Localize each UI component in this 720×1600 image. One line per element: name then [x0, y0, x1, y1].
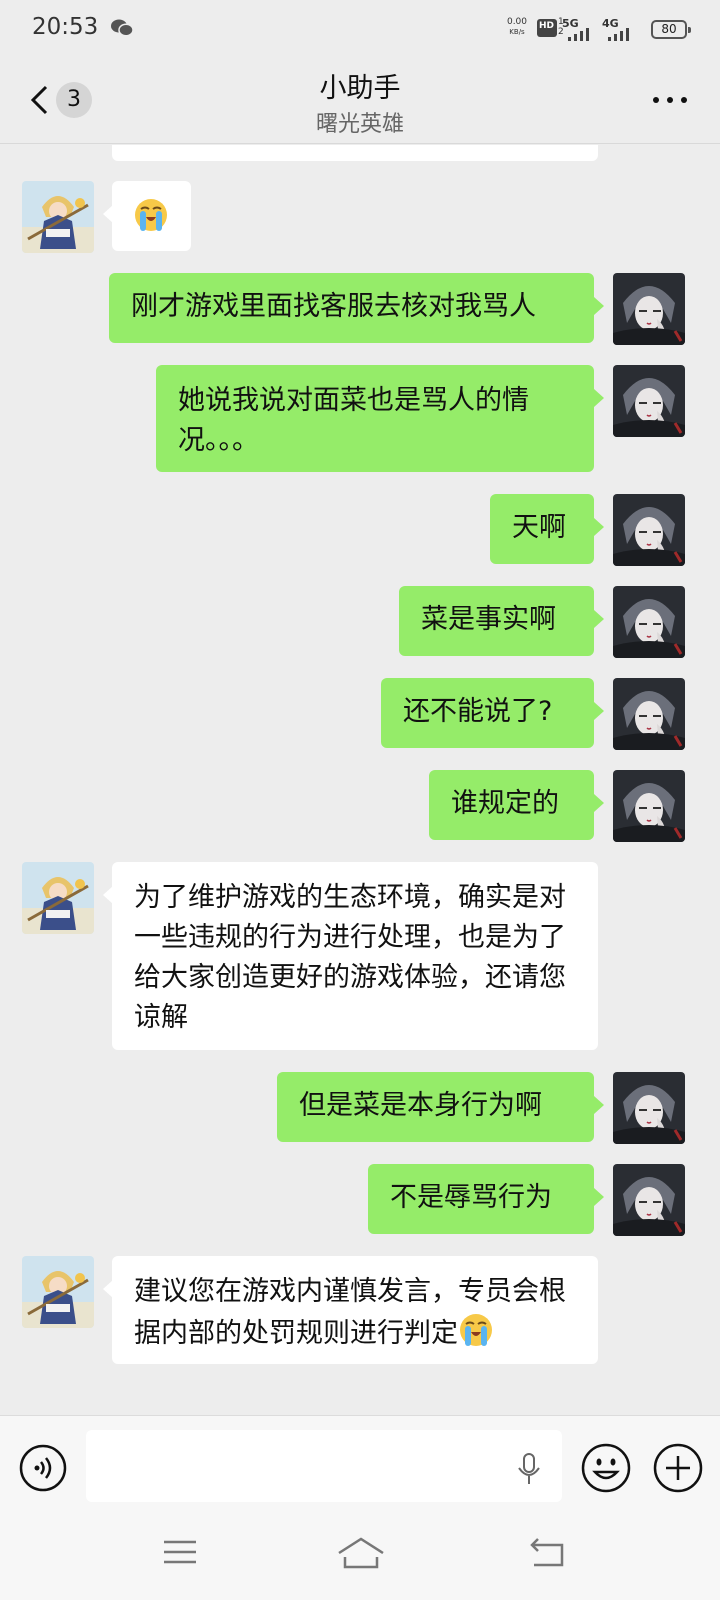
message-bubble-incoming[interactable]: [112, 145, 598, 161]
assistant-avatar[interactable]: [22, 181, 94, 253]
message-text: 还不能说了?: [403, 696, 553, 727]
signal-bars-icon: [568, 28, 589, 41]
input-bar: [0, 1415, 720, 1515]
status-time: 20:53: [32, 14, 99, 40]
plus-icon[interactable]: [652, 1442, 704, 1494]
home-icon[interactable]: [336, 1535, 386, 1569]
user-avatar[interactable]: [613, 678, 685, 750]
user-avatar[interactable]: [613, 494, 685, 566]
message-text: 不是辱骂行为: [390, 1182, 552, 1213]
hd-label: HD: [539, 21, 555, 31]
network-speed-unit: KB/s: [509, 28, 525, 36]
message-text: 为了维护游戏的生态环境，确实是对一些违规的行为进行处理，也是为了给大家创造更好的…: [134, 882, 566, 1033]
more-dots-icon[interactable]: [650, 86, 690, 114]
network-speed: 0.00 KB/s: [502, 17, 532, 37]
chat-title: 小助手: [319, 73, 401, 104]
crying-face-emoji-icon: [133, 197, 169, 233]
wechat-icon: [111, 19, 134, 37]
message-bubble-outgoing[interactable]: 她说我说对面菜也是骂人的情况。。。: [156, 365, 604, 472]
user-avatar[interactable]: [613, 770, 685, 842]
signal-bars-icon: [608, 28, 629, 41]
system-navigation-bar: [0, 1515, 720, 1600]
crying-face-emoji-icon: [458, 1312, 494, 1348]
user-avatar[interactable]: [613, 586, 685, 658]
voice-mode-icon[interactable]: [18, 1443, 68, 1493]
user-avatar[interactable]: [613, 1164, 685, 1236]
message-bubble-outgoing[interactable]: 菜是事实啊: [399, 586, 604, 656]
message-text: 刚才游戏里面找客服去核对我骂人: [131, 291, 536, 322]
chat-header: 3 小助手 曙光英雄: [0, 58, 720, 144]
message-text: 她说我说对面菜也是骂人的情况。。。: [178, 385, 529, 456]
user-avatar[interactable]: [613, 273, 685, 345]
message-bubble-outgoing[interactable]: 谁规定的: [429, 770, 604, 840]
message-text: 建议您在游戏内谨慎发言，专员会根据内部的处罚规则进行判定: [134, 1276, 566, 1349]
menu-icon[interactable]: [162, 1537, 198, 1567]
message-bubble-outgoing[interactable]: 天啊: [490, 494, 604, 564]
user-avatar[interactable]: [613, 365, 685, 437]
message-text: 谁规定的: [451, 788, 559, 819]
message-input[interactable]: [86, 1430, 562, 1502]
message-list[interactable]: 刚才游戏里面找客服去核对我骂人 她说我说对面菜也是骂人的情况。。。 天啊 菜是事…: [0, 145, 720, 1415]
status-bar: 20:53 0.00 KB/s HD 12 5G 4G 80: [0, 0, 720, 58]
battery-indicator: 80: [651, 20, 691, 39]
assistant-avatar[interactable]: [22, 1256, 94, 1328]
emoji-icon[interactable]: [580, 1442, 632, 1494]
message-bubble-incoming[interactable]: [103, 181, 191, 251]
back-icon[interactable]: [528, 1535, 568, 1569]
message-bubble-outgoing[interactable]: 刚才游戏里面找客服去核对我骂人: [109, 273, 604, 343]
assistant-avatar[interactable]: [22, 862, 94, 934]
message-bubble-incoming[interactable]: 建议您在游戏内谨慎发言，专员会根据内部的处罚规则进行判定: [103, 1256, 598, 1364]
user-avatar[interactable]: [613, 1072, 685, 1144]
network-speed-value: 0.00: [506, 17, 528, 27]
message-bubble-outgoing[interactable]: 还不能说了?: [381, 678, 604, 748]
message-text: 菜是事实啊: [421, 604, 556, 635]
message-bubble-outgoing[interactable]: 不是辱骂行为: [368, 1164, 604, 1234]
chat-subtitle: 曙光英雄: [315, 112, 404, 137]
message-text: 但是菜是本身行为啊: [299, 1090, 542, 1121]
microphone-icon[interactable]: [516, 1452, 542, 1486]
message-text: 天啊: [512, 512, 566, 543]
message-bubble-outgoing[interactable]: 但是菜是本身行为啊: [277, 1072, 604, 1142]
message-bubble-incoming[interactable]: 为了维护游戏的生态环境，确实是对一些违规的行为进行处理，也是为了给大家创造更好的…: [103, 862, 598, 1050]
